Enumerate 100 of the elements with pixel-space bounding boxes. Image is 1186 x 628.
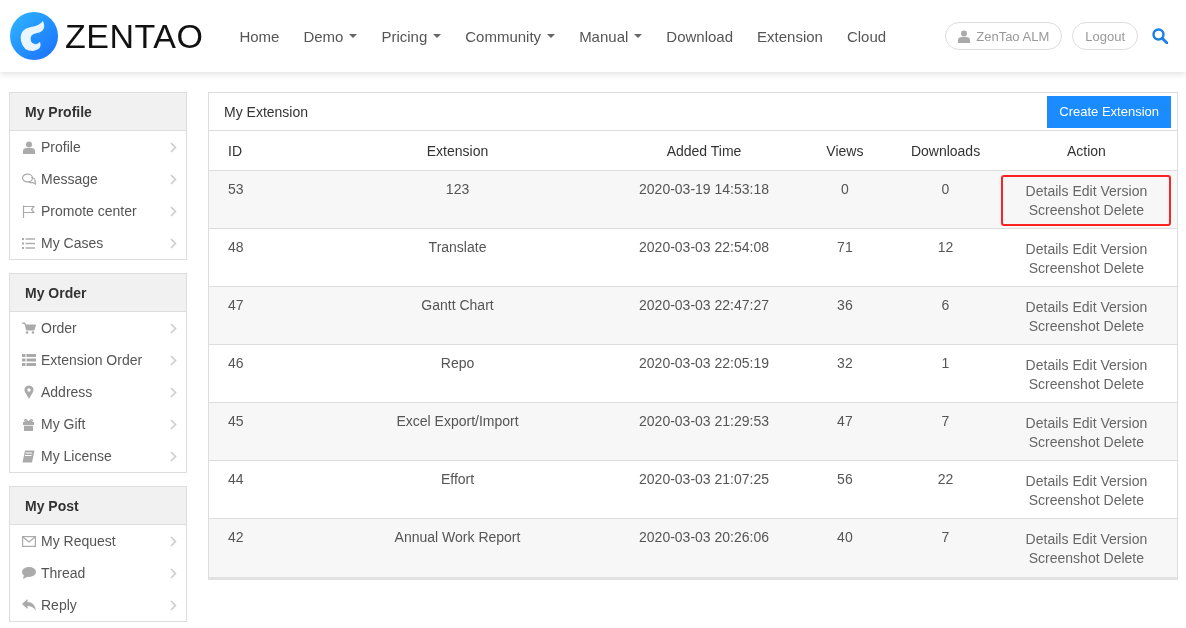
sidebar-item[interactable]: Order	[10, 312, 186, 344]
sidebar-item[interactable]: Profile	[10, 131, 186, 163]
chevron-right-icon	[170, 354, 177, 366]
action-link[interactable]: Version	[1100, 183, 1148, 199]
action-link[interactable]: Edit	[1072, 299, 1097, 315]
table-cell: 45	[228, 413, 244, 429]
action-link[interactable]: Screenshot	[1028, 550, 1100, 566]
action-link[interactable]: Delete	[1103, 434, 1145, 450]
action-link[interactable]: Delete	[1103, 318, 1145, 334]
action-link[interactable]: Edit	[1072, 531, 1097, 547]
sidebar-item[interactable]: My Gift	[10, 408, 186, 440]
table-cell: 47	[228, 297, 244, 313]
sidebar-item[interactable]: Thread	[10, 557, 186, 589]
sidebar-section-title: My Post	[10, 487, 186, 525]
action-link[interactable]: Details	[1025, 473, 1069, 489]
map-pin-icon	[23, 385, 34, 399]
nav-link[interactable]: Cloud	[834, 27, 899, 45]
chevron-right-icon	[170, 237, 177, 249]
sidebar-item[interactable]: My License	[10, 440, 186, 472]
sidebar-item[interactable]: Message	[10, 163, 186, 195]
table-cell: 123	[445, 181, 470, 197]
action-link[interactable]: Details	[1025, 415, 1069, 431]
chevron-right-icon	[170, 599, 177, 611]
table-cell: 32	[837, 355, 853, 371]
nav-link[interactable]: Manual	[567, 27, 655, 45]
action-link[interactable]: Delete	[1103, 492, 1145, 508]
speech-bubble-icon	[21, 567, 36, 579]
table-cell: 56	[837, 471, 853, 487]
flag-icon	[22, 204, 35, 218]
search-icon[interactable]	[1152, 28, 1168, 44]
table-cell: 6	[941, 297, 950, 313]
action-link[interactable]: Delete	[1103, 202, 1145, 218]
action-link[interactable]: Version	[1100, 357, 1148, 373]
action-link[interactable]: Details	[1025, 357, 1069, 373]
action-link[interactable]: Edit	[1072, 357, 1097, 373]
logo-text: ZENTAO	[65, 16, 204, 56]
table-cell: Annual Work Report	[394, 529, 521, 545]
action-link[interactable]: Details	[1025, 531, 1069, 547]
column-header: Downloads	[910, 142, 981, 159]
sidebar-item[interactable]: My Request	[10, 525, 186, 557]
nav-link[interactable]: Pricing	[369, 27, 454, 45]
table-cell: 2020-03-19 14:53:18	[639, 181, 770, 197]
action-link[interactable]: Screenshot	[1028, 260, 1100, 276]
table-cell: 7	[941, 529, 950, 545]
chevron-right-icon	[170, 567, 177, 579]
caret-icon	[433, 34, 442, 38]
table-cell: 48	[228, 239, 244, 255]
action-link[interactable]: Edit	[1072, 183, 1097, 199]
chevron-right-icon	[170, 450, 177, 462]
chat-bubbles-icon	[21, 173, 36, 185]
action-link[interactable]: Details	[1025, 299, 1069, 315]
action-link[interactable]: Screenshot	[1028, 202, 1100, 218]
action-link[interactable]: Delete	[1103, 376, 1145, 392]
action-link[interactable]: Screenshot	[1028, 318, 1100, 334]
person-icon	[958, 29, 971, 43]
sidebar-item[interactable]: My Cases	[10, 227, 186, 259]
reply-arrow-icon	[21, 599, 36, 611]
action-link[interactable]: Version	[1100, 299, 1148, 315]
action-link[interactable]: Edit	[1072, 473, 1097, 489]
create-extension-button[interactable]: Create Extension	[1047, 95, 1171, 128]
table-cell: 12	[937, 239, 954, 255]
table-cell: 7	[941, 413, 950, 429]
action-link[interactable]: Edit	[1072, 241, 1097, 257]
action-link[interactable]: Version	[1100, 531, 1148, 547]
nav-link[interactable]: Extension	[745, 27, 835, 45]
sidebar-item[interactable]: Promote center	[10, 195, 186, 227]
sidebar-item[interactable]: Address	[10, 376, 186, 408]
action-link[interactable]: Version	[1100, 473, 1148, 489]
sidebar-item[interactable]: Reply	[10, 589, 186, 621]
action-link[interactable]: Screenshot	[1028, 376, 1100, 392]
action-link[interactable]: Edit	[1072, 415, 1097, 431]
cart-icon	[21, 322, 36, 334]
action-link[interactable]: Screenshot	[1028, 434, 1100, 450]
chevron-right-icon	[170, 386, 177, 398]
action-link[interactable]: Delete	[1103, 260, 1145, 276]
nav-link[interactable]: Download	[654, 27, 746, 45]
action-link[interactable]: Version	[1100, 415, 1148, 431]
table-cell: Translate	[428, 239, 487, 255]
sidebar-item[interactable]: Extension Order	[10, 344, 186, 376]
envelope-icon	[21, 535, 36, 547]
table-cell: 0	[941, 181, 950, 197]
table-cell: 71	[837, 239, 853, 255]
table-cell: 2020-03-03 21:29:53	[639, 413, 770, 429]
action-link[interactable]: Details	[1025, 183, 1069, 199]
column-header: Added Time	[666, 142, 742, 159]
action-link[interactable]: Details	[1025, 241, 1069, 257]
nav-link[interactable]: Home	[227, 27, 292, 45]
table-list-icon	[21, 354, 36, 366]
table-cell: 36	[837, 297, 853, 313]
nav-link[interactable]: Demo	[291, 27, 370, 45]
column-header: Views	[826, 142, 864, 159]
gift-icon	[22, 417, 35, 431]
action-link[interactable]: Version	[1100, 241, 1148, 257]
action-link[interactable]: Delete	[1103, 550, 1145, 566]
table-cell: 46	[228, 355, 244, 371]
table-cell: 1	[941, 355, 950, 371]
nav-link[interactable]: Community	[453, 27, 568, 45]
action-link[interactable]: Screenshot	[1028, 492, 1100, 508]
person-icon	[22, 140, 35, 154]
panel-title: My Extension	[224, 103, 309, 120]
